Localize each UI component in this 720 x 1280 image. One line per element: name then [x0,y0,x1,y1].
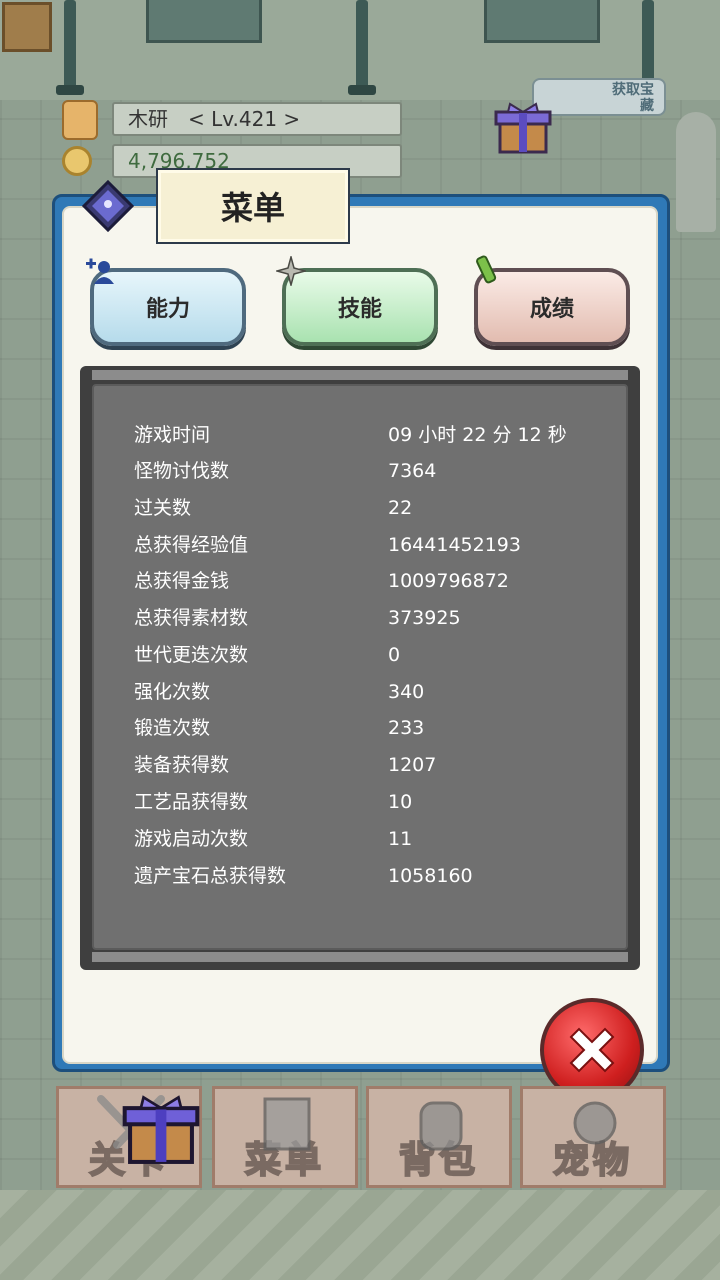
book-icon [263,1097,311,1151]
stat-label: 总获得金钱 [134,570,230,592]
bottom-menu-bag[interactable]: 背包 [366,1086,512,1188]
stat-label: 总获得经验值 [134,534,249,556]
stat-row: 总获得经验值 16441452193 [134,527,594,563]
crate-decoration [2,2,52,52]
stat-label: 工艺品获得数 [134,791,249,813]
dialog-title: 菜单 [156,168,350,244]
stat-row: 世代更迭次数 0 [134,637,594,673]
lamp-post-2 [348,0,376,95]
stat-value: 22 [388,497,413,519]
backpack-icon [419,1101,463,1151]
menu-book-icon [82,180,134,232]
stat-label: 强化次数 [134,681,211,703]
stat-value: 10 [388,791,413,813]
pet-skull-icon [573,1101,617,1145]
stat-row: 总获得金钱 1009796872 [134,563,594,599]
stat-row: 怪物讨伐数 7364 [134,453,594,489]
stat-row: 遗产宝石总获得数 1058160 [134,858,594,894]
close-icon [569,1027,615,1073]
player-avatar [62,100,98,140]
stat-label: 游戏启动次数 [134,828,249,850]
gift-box-icon[interactable] [122,1094,200,1168]
stat-row: 游戏启动次数 11 [134,821,594,857]
stat-value: 09 小时 22 分 12 秒 [388,424,567,446]
stat-value: 7364 [388,460,437,482]
gift-box-icon[interactable] [494,102,552,156]
add-person-icon [86,258,114,284]
stat-value: 340 [388,681,425,703]
stat-value: 16441452193 [388,534,521,556]
bench-decoration-left [146,0,262,43]
stat-label: 怪物讨伐数 [134,460,230,482]
tab-record-label: 成绩 [529,297,574,322]
shuriken-icon [276,256,306,286]
gold-coin-icon [62,146,92,176]
bench-decoration-right [484,0,600,43]
stat-row: 强化次数 340 [134,674,594,710]
stat-value: 1009796872 [388,570,509,592]
stat-label: 锻造次数 [134,717,211,739]
get-gem-label: 获取宝藏 [612,82,654,114]
stat-value: 233 [388,717,425,739]
stat-row: 总获得素材数 373925 [134,600,594,636]
stat-value: 11 [388,828,413,850]
stat-value: 1058160 [388,865,473,887]
panel-top-edge [92,370,628,380]
bottom-menu-pet[interactable]: 宠物 [520,1086,666,1188]
stat-label: 游戏时间 [134,424,211,446]
stat-label: 总获得素材数 [134,607,249,629]
tab-ability-label: 能力 [145,297,190,322]
stat-value: 373925 [388,607,461,629]
stat-label: 世代更迭次数 [134,644,249,666]
stat-row: 锻造次数 233 [134,710,594,746]
stat-row: 游戏时间 09 小时 22 分 12 秒 [134,417,594,453]
stat-value: 0 [388,644,401,666]
lamp-post-1 [56,0,84,95]
tab-skill-label: 技能 [337,297,382,322]
bottom-menu-menu[interactable]: 菜单 [212,1086,358,1188]
panel-bottom-edge [92,952,628,962]
stat-row: 工艺品获得数 10 [134,784,594,820]
stat-row: 装备获得数 1207 [134,747,594,783]
statue-decoration [676,112,716,232]
stat-row: 过关数 22 [134,490,594,526]
get-gem-button[interactable]: 获取宝藏 [532,78,666,116]
stat-label: 过关数 [134,497,192,519]
player-name-level: 木研 < Lv.421 > [112,102,402,136]
stat-label: 装备获得数 [134,754,230,776]
stat-value: 1207 [388,754,437,776]
scroll-icon [476,255,497,284]
stat-label: 遗产宝石总获得数 [134,865,287,887]
floor-tiles [0,1190,720,1280]
